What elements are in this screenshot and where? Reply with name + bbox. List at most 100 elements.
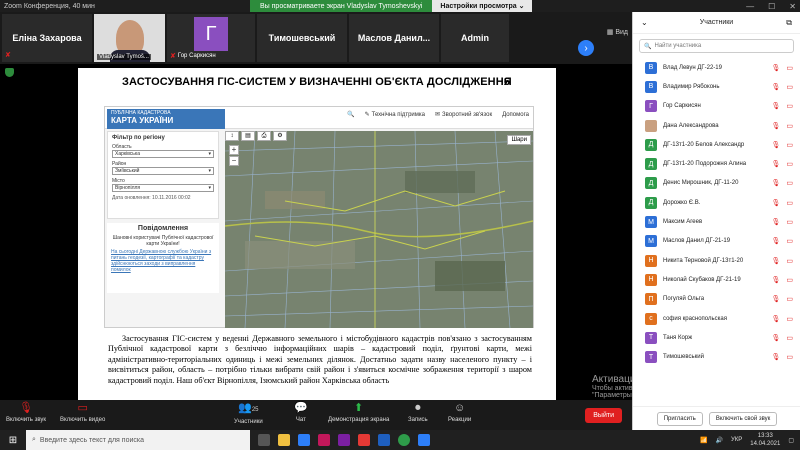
shield-icon[interactable]: [5, 68, 14, 77]
avatar: Д: [645, 177, 657, 190]
participant-name: Никита Терновой ДГ-13т1-20: [663, 257, 744, 264]
participant-row[interactable]: Дана Александрова 🎙 ▭: [633, 116, 800, 135]
mic-muted-icon: 🎙: [771, 257, 781, 265]
participant-name: Гор Саркисян: [177, 53, 216, 59]
windows-start-icon[interactable]: ⊞: [0, 435, 26, 446]
popout-icon[interactable]: ⧉: [786, 18, 792, 28]
video-tile[interactable]: Маслов Данил...: [349, 14, 439, 62]
participant-status: 🎙 ▭: [771, 179, 793, 187]
smiley-icon: ☺: [453, 402, 466, 414]
video-tile-active[interactable]: Vladyslav Tymoš...: [94, 14, 165, 62]
participant-status: 🎙 ▭: [771, 64, 793, 72]
zoom-app-icon[interactable]: [298, 434, 310, 446]
participant-row[interactable]: В Владимир Рябоконь 🎙 ▭: [633, 77, 800, 96]
participant-status: 🎙 ▭: [771, 218, 793, 226]
chat-button[interactable]: 💬 Чат: [294, 403, 308, 424]
zoom-app: Zoom Конференция, 40 мин Вы просматривае…: [0, 0, 800, 450]
taskbar-search-input[interactable]: ⌕ Введите здесь текст для поиска: [26, 430, 250, 450]
participant-name: Vladyslav Tymoš...: [97, 54, 151, 60]
participants-label: Участники: [234, 419, 263, 425]
mic-muted-icon: 🎙: [771, 64, 781, 72]
mic-muted-icon: ✘: [170, 53, 176, 60]
video-tile[interactable]: Г ✘ Гор Саркисян: [167, 14, 255, 62]
mic-muted-icon: 🎙: [771, 103, 781, 111]
participant-row[interactable]: М Маслов Данил ДГ-21-19 🎙 ▭: [633, 232, 800, 251]
maximize-icon[interactable]: ☐: [768, 2, 775, 11]
caret-icon: ▾: [208, 151, 211, 157]
wrench-icon: ✎: [364, 112, 370, 118]
task-view-icon[interactable]: [258, 434, 270, 446]
participant-row[interactable]: П Погуляй Ольга 🎙 ▭: [633, 290, 800, 309]
participant-row[interactable]: Т Таня Корж 🎙 ▭: [633, 328, 800, 347]
language-indicator[interactable]: УКР: [731, 437, 742, 443]
mic-muted-icon: 🎙: [771, 180, 781, 188]
zoom-icon[interactable]: [418, 434, 430, 446]
word-icon[interactable]: [378, 434, 390, 446]
participant-row[interactable]: Д Дорожко Є.В. 🎙 ▭: [633, 193, 800, 212]
mic-muted-icon: 🎙: [771, 276, 781, 284]
participant-row[interactable]: с софия краснопольская 🎙 ▭: [633, 309, 800, 328]
participant-status: 🎙 ▭: [771, 315, 793, 323]
chrome-icon[interactable]: [398, 434, 410, 446]
participant-row[interactable]: М Максим Агеев 🎙 ▭: [633, 212, 800, 231]
viber-icon[interactable]: [338, 434, 350, 446]
video-off-icon: ▭: [786, 64, 793, 72]
avatar: Т: [645, 351, 657, 364]
participant-name: ДГ-13т1-20 Подорожня Алина: [663, 161, 747, 168]
participant-status: 🎙 ▭: [771, 83, 793, 91]
video-tile[interactable]: Admin: [441, 14, 509, 62]
view-options-button[interactable]: Настройки просмотра ⌄: [432, 0, 533, 12]
close-icon[interactable]: ✕: [789, 2, 796, 11]
mic-muted-icon: 🎙: [771, 238, 781, 246]
participant-status: 🎙 ▭: [771, 334, 793, 342]
minimize-icon[interactable]: —: [746, 2, 754, 11]
participant-row[interactable]: Т Тимошевський 🎙 ▭: [633, 347, 800, 366]
pdf-app-icon[interactable]: [358, 434, 370, 446]
map-toolbar: ↕ ▤ ⎙ ⚙: [225, 131, 287, 141]
caret-icon: ▾: [208, 168, 211, 174]
share-screen-button[interactable]: ⬆ Демонстрация экрана: [328, 403, 389, 424]
participants-button[interactable]: 👥25 Участники: [234, 403, 263, 426]
participant-row[interactable]: В Влад Левун ДГ-22-19 🎙 ▭: [633, 58, 800, 77]
volume-icon[interactable]: 🔊: [716, 437, 723, 444]
view-button[interactable]: ▦ Вид: [607, 28, 628, 36]
caret-icon: ▾: [208, 185, 211, 191]
mic-muted-icon: 🎙: [771, 296, 781, 304]
unmute-me-button[interactable]: Включить свой звук: [708, 411, 778, 426]
mic-muted-icon: 🎙: [771, 219, 781, 227]
video-off-icon: ▭: [786, 276, 793, 284]
notifications-icon[interactable]: ▢: [788, 437, 794, 444]
participant-row[interactable]: Г Гор Саркисян 🎙 ▭: [633, 97, 800, 116]
network-icon[interactable]: 📶: [700, 437, 707, 444]
participant-row[interactable]: Д ДГ-13т1-20 Подорожня Алина 🎙 ▭: [633, 154, 800, 173]
participant-name: Влад Левун ДГ-22-19: [663, 64, 722, 71]
participant-row[interactable]: Д Денис Мирошник, ДГ-11-20 🎙 ▭: [633, 174, 800, 193]
zoom-controls: + −: [229, 145, 239, 166]
start-video-button[interactable]: ▭ Включить видео: [60, 403, 106, 424]
chevron-down-icon[interactable]: ⌄: [641, 18, 648, 27]
avatar: Т: [645, 331, 657, 344]
participant-search-input[interactable]: 🔍 Найти участника: [639, 39, 794, 53]
participant-row[interactable]: Н Николай Скубаков ДГ-21-19 🎙 ▭: [633, 270, 800, 289]
unmute-button[interactable]: 🎙 Включить звук: [6, 403, 46, 424]
reactions-button[interactable]: ☺ Реакции: [448, 402, 471, 424]
participant-name: ДГ-13т1-20 Белов Александр: [663, 141, 745, 148]
file-explorer-icon[interactable]: [278, 434, 290, 446]
leave-button[interactable]: Выйти: [585, 408, 622, 423]
print-icon: ⎙: [257, 131, 271, 141]
video-tile[interactable]: Еліна Захарова ✘: [2, 14, 92, 62]
measure-icon: ↕: [225, 131, 239, 141]
participant-status: 🎙 ▭: [771, 237, 793, 245]
video-off-icon: ▭: [786, 334, 793, 342]
clock[interactable]: 13:33 14.04.2021: [750, 432, 780, 448]
video-off-icon: ▭: [786, 103, 793, 111]
media-app-icon[interactable]: [318, 434, 330, 446]
next-page-icon[interactable]: ›: [578, 40, 594, 56]
video-label: Включить видео: [60, 417, 106, 423]
participant-name: Таня Корж: [663, 334, 693, 341]
invite-button[interactable]: Пригласить: [656, 411, 703, 426]
participant-row[interactable]: Д ДГ-13т1-20 Белов Александр 🎙 ▭: [633, 135, 800, 154]
video-tile[interactable]: Тимошевський: [257, 14, 347, 62]
participant-row[interactable]: Н Никита Терновой ДГ-13т1-20 🎙 ▭: [633, 251, 800, 270]
record-button[interactable]: ⏺ Запись: [408, 403, 428, 424]
